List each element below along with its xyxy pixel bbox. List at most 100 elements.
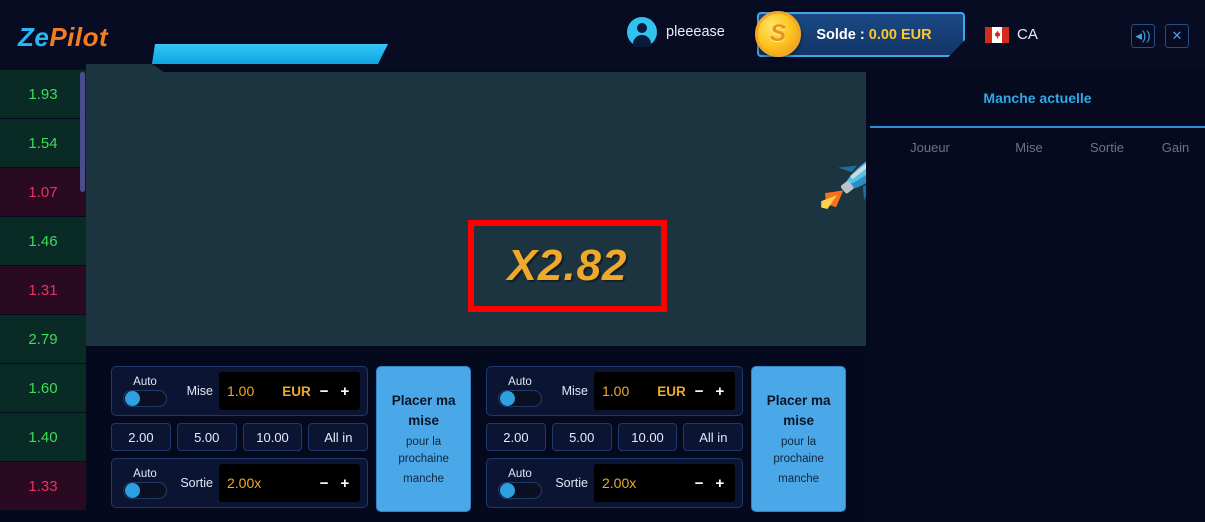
auto-cashout-toggle[interactable] bbox=[498, 481, 542, 499]
history-item[interactable]: 1.40 bbox=[0, 413, 86, 462]
column-header-bet: Mise bbox=[1015, 139, 1043, 155]
sidebar-scrollbar[interactable] bbox=[80, 72, 85, 192]
canada-flag-icon bbox=[985, 26, 1009, 43]
quick-bet-button[interactable]: All in bbox=[683, 423, 744, 451]
history-item[interactable]: 1.46 bbox=[0, 217, 86, 266]
cashout-value: 2.00x bbox=[602, 475, 637, 491]
column-header-player: Joueur bbox=[910, 139, 950, 155]
stake-plus-button[interactable]: + bbox=[337, 383, 352, 400]
auto-bet-toggle[interactable] bbox=[123, 389, 167, 407]
history-item[interactable]: 1.33 bbox=[0, 462, 86, 511]
history-item[interactable]: 1.93 bbox=[0, 70, 86, 119]
balance-amount: 0.00 EUR bbox=[868, 26, 932, 43]
quick-bet-button[interactable]: 2.00 bbox=[486, 423, 546, 451]
app-logo[interactable]: ZePilot bbox=[18, 22, 108, 53]
stake-value: 1.00 bbox=[602, 383, 630, 399]
bet-panel-2: Auto Mise 1.00 EUR − + 2.00 5.00 10.00 All … bbox=[486, 366, 846, 512]
quick-bet-button[interactable]: 2.00 bbox=[111, 423, 171, 451]
place-bet-sub1: pour la prochaine bbox=[773, 436, 824, 465]
history-item[interactable]: 2.79 bbox=[0, 315, 86, 364]
rounds-table-body bbox=[870, 166, 1205, 522]
coin-symbol: S bbox=[769, 20, 786, 47]
quick-bet-button[interactable]: 10.00 bbox=[242, 423, 303, 451]
current-multiplier: X2.82 bbox=[507, 241, 628, 290]
history-item[interactable]: 1.07 bbox=[0, 168, 86, 217]
cashout-input[interactable]: 2.00x − + bbox=[594, 464, 736, 502]
cashout-plus-button[interactable]: + bbox=[712, 475, 727, 492]
round-history-sidebar[interactable]: 1.93 1.54 1.07 1.46 1.31 2.79 1.60 1.40 1.33 bbox=[0, 70, 86, 522]
quick-bet-row: 2.00 5.00 10.00 All in bbox=[111, 423, 369, 451]
header-buttons: ◂)) ✕ bbox=[1131, 24, 1189, 48]
stake-plus-button[interactable]: + bbox=[712, 383, 727, 400]
rounds-table-header: Joueur Mise Sortie Gain bbox=[870, 128, 1205, 166]
auto-cashout-toggle-wrap: Auto bbox=[494, 468, 546, 499]
quick-bet-row: 2.00 5.00 10.00 All in bbox=[486, 423, 744, 451]
stake-currency: EUR bbox=[282, 383, 311, 399]
stake-value: 1.00 bbox=[227, 383, 255, 399]
auto-bet-toggle-wrap: Auto bbox=[119, 376, 171, 407]
quick-bet-button[interactable]: All in bbox=[308, 423, 369, 451]
cashout-row: Auto Sortie 2.00x − + bbox=[111, 458, 369, 508]
auto-bet-toggle-wrap: Auto bbox=[494, 376, 546, 407]
logo-text-ze: Ze bbox=[18, 22, 50, 52]
stake-minus-button[interactable]: − bbox=[692, 383, 707, 400]
history-item[interactable]: 1.60 bbox=[0, 364, 86, 413]
place-bet-button[interactable]: Placer ma mise pour la prochaine manche bbox=[751, 366, 846, 512]
cashout-value: 2.00x bbox=[227, 475, 262, 491]
quick-bet-button[interactable]: 10.00 bbox=[617, 423, 678, 451]
cashout-row: Auto Sortie 2.00x − + bbox=[486, 458, 744, 508]
auto-cashout-label: Auto bbox=[508, 467, 532, 480]
place-bet-line2: mise bbox=[408, 412, 439, 428]
cashout-label: Sortie bbox=[180, 476, 213, 490]
bet-left-column: Auto Mise 1.00 EUR − + 2.00 5.00 10.00 All … bbox=[486, 366, 744, 512]
locale-code-label: CA bbox=[1017, 26, 1038, 43]
auto-bet-label: Auto bbox=[508, 375, 532, 388]
quick-bet-button[interactable]: 5.00 bbox=[551, 423, 612, 451]
auto-cashout-toggle[interactable] bbox=[123, 481, 167, 499]
game-tab-bar bbox=[152, 44, 388, 64]
bet-panel-1: Auto Mise 1.00 EUR − + 2.00 5.00 10.00 All … bbox=[111, 366, 471, 512]
quick-bet-button[interactable]: 5.00 bbox=[176, 423, 237, 451]
place-bet-sub2: manche bbox=[403, 472, 445, 485]
history-item[interactable]: 1.31 bbox=[0, 266, 86, 315]
bet-controls-area: Auto Mise 1.00 EUR − + 2.00 5.00 10.00 All … bbox=[86, 352, 866, 522]
cashout-input[interactable]: 2.00x − + bbox=[219, 464, 361, 502]
rounds-panel: Manche actuelle Joueur Mise Sortie Gain bbox=[870, 70, 1205, 522]
tab-current-round[interactable]: Manche actuelle bbox=[870, 70, 1205, 128]
column-header-win: Gain bbox=[1161, 139, 1190, 155]
logo-text-pilot: Pilot bbox=[49, 22, 109, 52]
game-app: ZePilot pleeease Solde : 0.00 EUR S CA ◂… bbox=[0, 0, 1205, 522]
game-canvas: X2.82 bbox=[86, 64, 866, 346]
place-bet-button[interactable]: Placer ma mise pour la prochaine manche bbox=[376, 366, 471, 512]
auto-cashout-label: Auto bbox=[133, 467, 157, 480]
speaker-icon[interactable]: ◂)) bbox=[1131, 24, 1155, 48]
stake-currency: EUR bbox=[657, 383, 686, 399]
cashout-plus-button[interactable]: + bbox=[337, 475, 352, 492]
place-bet-line1: Placer ma bbox=[766, 393, 831, 409]
cashout-minus-button[interactable]: − bbox=[317, 475, 332, 492]
stake-input[interactable]: 1.00 EUR − + bbox=[219, 372, 361, 410]
cashout-minus-button[interactable]: − bbox=[692, 475, 707, 492]
user-block[interactable]: pleeease bbox=[627, 17, 725, 47]
stake-minus-button[interactable]: − bbox=[317, 383, 332, 400]
stake-input[interactable]: 1.00 EUR − + bbox=[594, 372, 736, 410]
balance-label: Solde : 0.00 EUR bbox=[816, 26, 932, 43]
place-bet-sub1: pour la prochaine bbox=[398, 436, 449, 465]
stake-label: Mise bbox=[186, 384, 213, 398]
auto-cashout-toggle-wrap: Auto bbox=[119, 468, 171, 499]
auto-bet-label: Auto bbox=[133, 375, 157, 388]
cashout-label: Sortie bbox=[555, 476, 588, 490]
place-bet-line1: Placer ma bbox=[391, 393, 456, 409]
user-avatar-icon bbox=[627, 17, 657, 47]
close-icon[interactable]: ✕ bbox=[1165, 24, 1189, 48]
place-bet-sub2: manche bbox=[778, 472, 820, 485]
stake-row: Auto Mise 1.00 EUR − + bbox=[111, 366, 369, 416]
column-header-cashout: Sortie bbox=[1090, 139, 1124, 155]
username-label: pleeease bbox=[666, 24, 725, 40]
stake-label: Mise bbox=[561, 384, 588, 398]
history-item[interactable]: 1.54 bbox=[0, 119, 86, 168]
coin-dollar-icon: S bbox=[755, 11, 801, 57]
stake-row: Auto Mise 1.00 EUR − + bbox=[486, 366, 744, 416]
locale-selector[interactable]: CA bbox=[985, 26, 1038, 43]
auto-bet-toggle[interactable] bbox=[498, 389, 542, 407]
